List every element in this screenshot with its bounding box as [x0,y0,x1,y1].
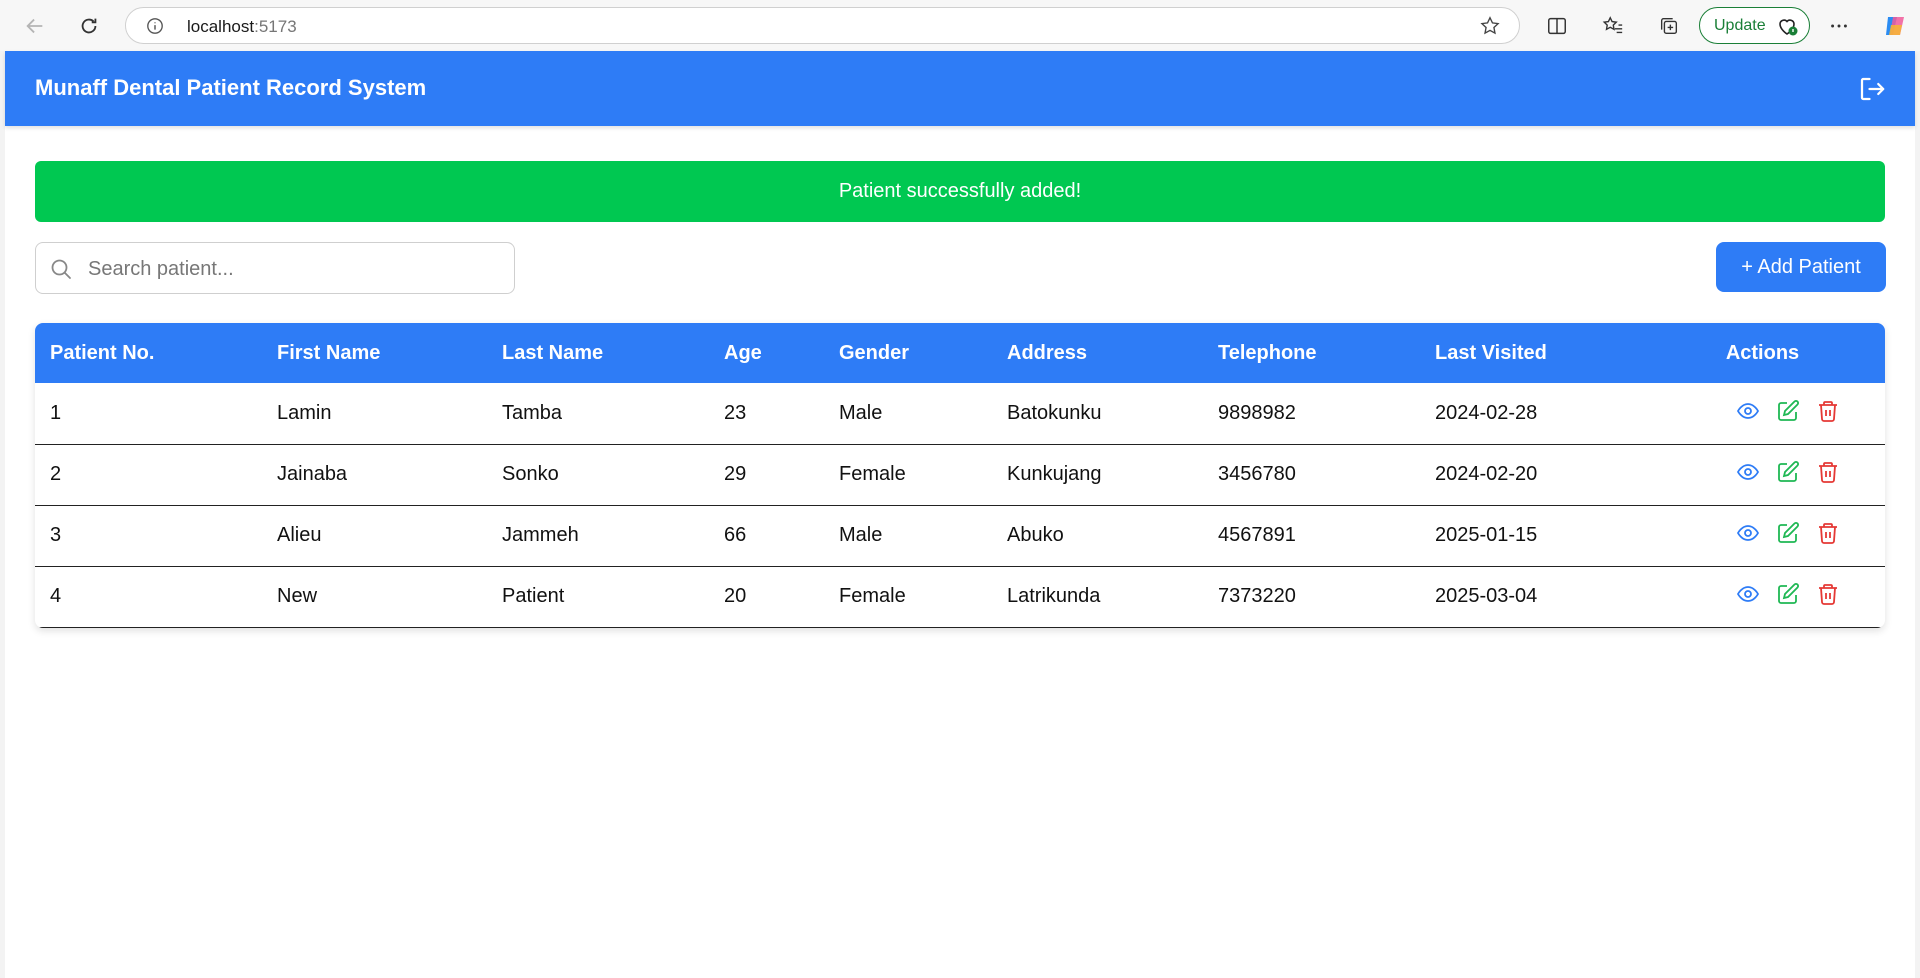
logout-icon[interactable] [1857,74,1887,104]
cell-gender: Male [839,401,883,424]
cell-last-visited: 2024-02-20 [1435,463,1538,485]
cell-patient-no: 4 [50,585,62,607]
search-icon [49,257,73,286]
cell-telephone: 4567891 [1218,524,1296,546]
cell-last-name: Sonko [502,463,559,485]
column-header: Gender [839,341,910,364]
cell-patient-no: 3 [50,524,62,546]
column-header: Last Visited [1435,341,1547,364]
cell-gender: Female [839,463,906,485]
cell-telephone: 3456780 [1218,463,1296,485]
app-window: Munaff Dental Patient Record System Pati… [5,51,1915,978]
site-info-icon[interactable] [146,17,164,40]
cell-actions [1640,566,1885,627]
patients-table: Patient No. First Name Last Name Age Gen… [35,323,1885,628]
search-box[interactable] [35,242,515,294]
more-menu-icon[interactable] [1823,10,1855,42]
table-row: 1 Lamin Tamba 23 Male Batokunku 9898982 … [35,383,1885,444]
delete-trash-icon[interactable] [1815,581,1841,607]
browser-toolbar: localhost:5173 Update [0,0,1920,51]
table-row: 3 Alieu Jammeh 66 Male Abuko 4567891 202… [35,505,1885,566]
back-button[interactable] [18,9,52,43]
view-eye-icon[interactable] [1735,459,1761,485]
cell-address: Kunkujang [1007,463,1102,485]
cell-age: 66 [724,524,747,546]
delete-trash-icon[interactable] [1815,398,1841,424]
update-button[interactable]: Update [1699,7,1810,44]
cell-address: Latrikunda [1007,585,1101,607]
cell-address: Batokunku [1007,401,1102,424]
cell-last-name: Patient [502,585,565,607]
view-eye-icon[interactable] [1735,398,1761,424]
cell-actions [1640,505,1885,566]
view-eye-icon[interactable] [1735,520,1761,546]
column-header: Patient No. [50,341,155,364]
cell-first-name: Alieu [277,524,322,546]
add-patient-button[interactable]: + Add Patient [1716,242,1886,292]
cell-patient-no: 1 [50,401,62,424]
column-header: Actions [1725,341,1800,364]
app-header: Munaff Dental Patient Record System [5,51,1915,126]
edit-pencil-icon[interactable] [1775,520,1801,546]
cell-gender: Female [839,585,906,607]
cell-last-visited: 2025-01-15 [1435,524,1538,546]
cell-age: 29 [724,463,747,485]
table-header-row: Patient No. First Name Last Name Age Gen… [35,323,1885,383]
cell-last-name: Tamba [502,401,563,424]
edit-pencil-icon[interactable] [1775,459,1801,485]
cell-address: Abuko [1007,524,1064,546]
reload-button[interactable] [72,9,106,43]
cell-age: 20 [724,585,747,607]
cell-patient-no: 2 [50,463,62,485]
collections-icon[interactable] [1653,10,1685,42]
search-input[interactable] [86,253,500,285]
address-bar[interactable]: localhost:5173 [125,7,1520,44]
view-eye-icon[interactable] [1735,581,1761,607]
cell-telephone: 7373220 [1218,585,1296,607]
column-header: Last Name [502,341,604,364]
app-title: Munaff Dental Patient Record System [35,75,427,100]
edit-pencil-icon[interactable] [1775,581,1801,607]
back-arrow-icon [26,18,43,34]
favorite-star-icon[interactable] [1479,15,1501,42]
edit-pencil-icon[interactable] [1775,398,1801,424]
cell-last-visited: 2025-03-04 [1435,585,1538,607]
cell-first-name: Jainaba [277,463,348,485]
split-screen-icon[interactable] [1541,10,1573,42]
delete-trash-icon[interactable] [1815,459,1841,485]
cell-last-visited: 2024-02-28 [1435,401,1538,424]
url-text: localhost:5173 [187,17,297,36]
update-label: Update [1714,16,1766,34]
cell-first-name: Lamin [277,401,332,424]
column-header: Address [1007,341,1088,364]
reload-icon [81,18,97,34]
column-header: Age [724,341,762,364]
column-header: Telephone [1218,341,1317,364]
table-row: 2 Jainaba Sonko 29 Female Kunkujang 3456… [35,444,1885,505]
cell-actions [1640,444,1885,505]
cell-actions [1640,383,1885,444]
delete-trash-icon[interactable] [1815,520,1841,546]
cell-last-name: Jammeh [502,524,579,546]
cell-age: 23 [724,401,747,424]
success-alert: Patient successfully added! [35,161,1885,222]
table-row: 4 New Patient 20 Female Latrikunda 73732… [35,566,1885,627]
cell-first-name: New [277,585,318,607]
health-heart-icon [1775,14,1799,43]
favorites-icon[interactable] [1597,10,1629,42]
cell-gender: Male [839,524,883,546]
cell-telephone: 9898982 [1218,401,1296,424]
copilot-icon[interactable] [1879,10,1911,42]
column-header: First Name [277,341,381,364]
